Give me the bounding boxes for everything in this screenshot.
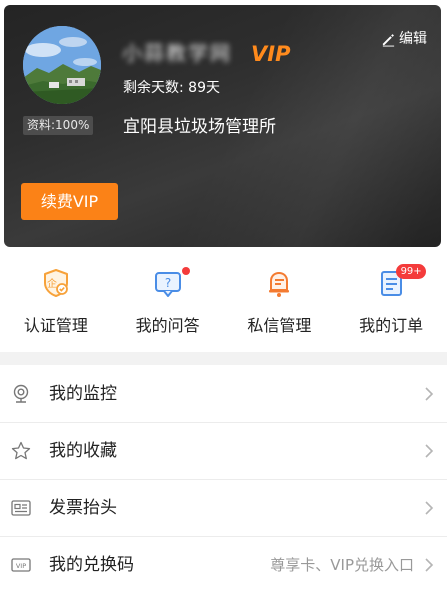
- chevron-right-icon: [425, 444, 434, 458]
- list-item-label: 发票抬头: [49, 498, 117, 518]
- list-item-favorites[interactable]: 我的收藏: [0, 422, 447, 479]
- redeem-hint: 尊享卡、VIP兑换入口: [270, 556, 414, 574]
- avatar[interactable]: [23, 26, 101, 104]
- chevron-right-icon: [425, 501, 434, 515]
- svg-text:VIP: VIP: [16, 562, 26, 570]
- list-item-invoice-title[interactable]: 发票抬头: [0, 479, 447, 536]
- pencil-icon: [382, 33, 395, 47]
- unread-dot: [181, 267, 190, 275]
- remaining-days: 剩余天数: 89天: [123, 80, 220, 96]
- chevron-right-icon: [425, 386, 434, 401]
- shield-certificate-icon: 企: [43, 269, 68, 297]
- svg-text:企: 企: [47, 277, 57, 290]
- profile-completeness-badge: 资料:100%: [23, 116, 94, 135]
- quick-menu: 企 认证管理 ? 我的问答 私信管理 99+ 我的订单: [0, 256, 447, 352]
- organization-name: 宜阳县垃圾场管理所: [123, 117, 276, 137]
- quick-label-questions: 我的问答: [135, 316, 200, 335]
- quick-label-orders: 我的订单: [359, 316, 424, 335]
- list-item-redeem-code[interactable]: VIP 我的兑换码 尊享卡、VIP兑换入口: [0, 536, 447, 590]
- vip-ticket-icon: VIP: [11, 558, 31, 572]
- question-bubble-icon: ?: [154, 272, 181, 297]
- quick-item-orders[interactable]: 99+ 我的订单: [335, 256, 447, 352]
- list-item-label: 我的收藏: [49, 441, 117, 461]
- webcam-icon: [13, 384, 29, 403]
- quick-item-certification[interactable]: 企 认证管理: [0, 256, 112, 352]
- star-icon: [11, 441, 31, 460]
- username: 小蒜教学网: [122, 41, 232, 65]
- quick-label-certification: 认证管理: [23, 316, 88, 335]
- invoice-card-icon: [11, 500, 31, 516]
- chevron-right-icon: [425, 558, 434, 572]
- quick-item-messages[interactable]: 私信管理: [224, 256, 336, 352]
- vip-label: VIP: [251, 42, 291, 66]
- quick-label-messages: 私信管理: [247, 316, 312, 335]
- order-count-badge: 99+: [396, 264, 427, 279]
- avatar-photo: [23, 26, 101, 104]
- menu-list: 我的监控 我的收藏 发票抬头 VIP 我的兑换码 尊享卡、VIP兑换入口: [0, 365, 447, 590]
- list-item-label: 我的监控: [49, 383, 117, 404]
- quick-item-questions[interactable]: ? 我的问答: [112, 256, 224, 352]
- vip-profile-card: 资料:100% 小蒜教学网 VIP 编辑 剩余天数: 89天 宜阳县垃圾场管理所…: [4, 5, 441, 247]
- renew-vip-button[interactable]: 续费VIP: [21, 183, 118, 220]
- list-item-monitor[interactable]: 我的监控: [0, 365, 447, 422]
- section-divider: [0, 352, 447, 365]
- list-item-label: 我的兑换码: [49, 555, 134, 575]
- svg-text:?: ?: [164, 276, 170, 290]
- edit-profile-button[interactable]: 编辑: [381, 29, 427, 49]
- edit-label: 编辑: [399, 31, 427, 47]
- bell-message-icon: [269, 272, 290, 297]
